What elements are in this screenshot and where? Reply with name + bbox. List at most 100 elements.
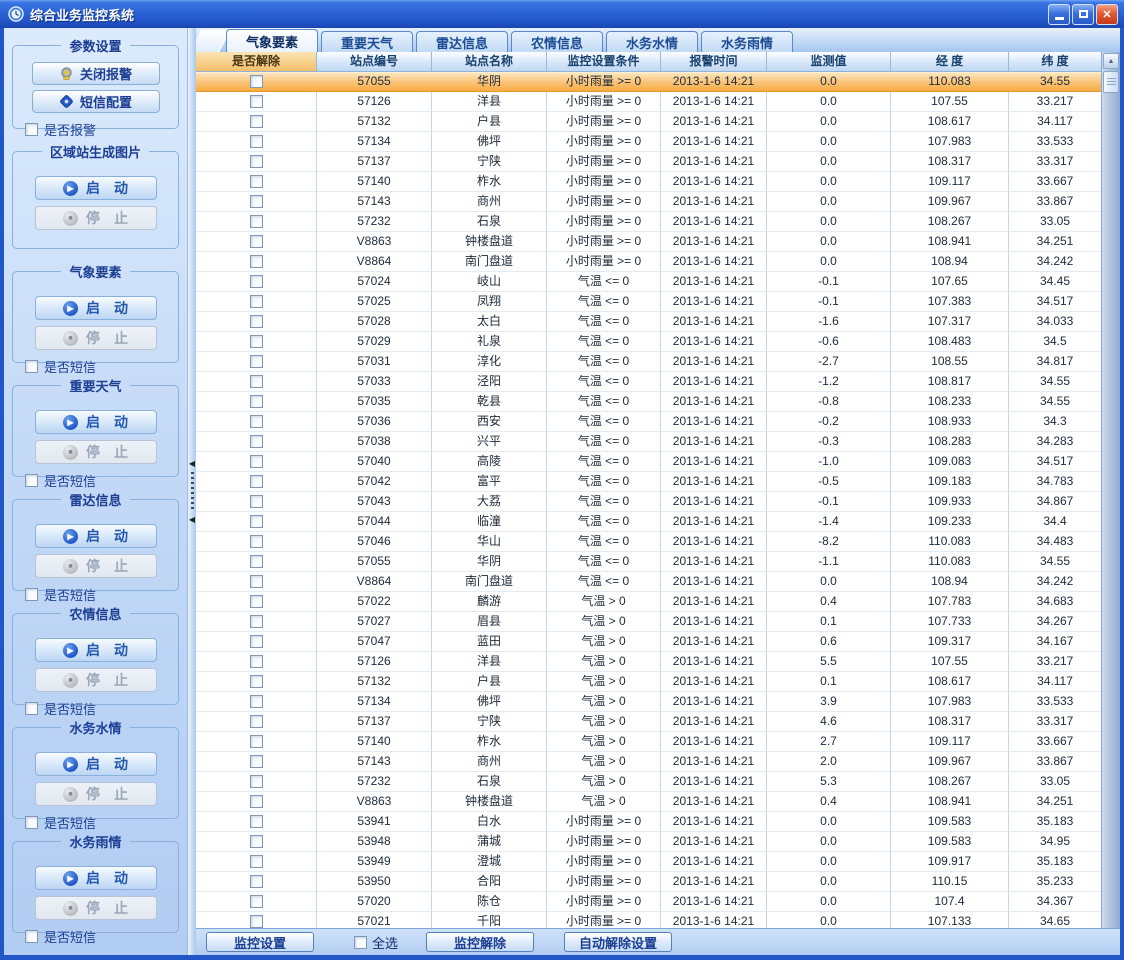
table-row[interactable]: 57040高陵气温 <= 02013-1-6 14:21-1.0109.0833… (196, 452, 1101, 472)
table-row[interactable]: 57143商州小时雨量 >= 02013-1-6 14:210.0109.967… (196, 192, 1101, 212)
sms-config-button[interactable]: 短信配置 (32, 90, 160, 113)
table-row[interactable]: 57029礼泉气温 <= 02013-1-6 14:21-0.6108.4833… (196, 332, 1101, 352)
table-row[interactable]: 57035乾县气温 <= 02013-1-6 14:21-0.8108.2333… (196, 392, 1101, 412)
vertical-scrollbar[interactable]: ▲ (1101, 52, 1120, 928)
row-dismiss-checkbox[interactable] (250, 315, 263, 328)
table-row[interactable]: 57143商州气温 > 02013-1-6 14:212.0109.96733.… (196, 752, 1101, 772)
table-row[interactable]: 57140柞水小时雨量 >= 02013-1-6 14:210.0109.117… (196, 172, 1101, 192)
splitter-handle[interactable] (191, 472, 194, 512)
row-dismiss-checkbox[interactable] (250, 915, 263, 928)
table-row[interactable]: 57126洋县气温 > 02013-1-6 14:215.5107.5533.2… (196, 652, 1101, 672)
row-dismiss-checkbox[interactable] (250, 575, 263, 588)
row-dismiss-checkbox[interactable] (250, 295, 263, 308)
tab-水务水情[interactable]: 水务水情 (606, 31, 698, 52)
row-dismiss-checkbox[interactable] (250, 755, 263, 768)
sidebar-splitter[interactable]: ◀ ◀ (188, 28, 196, 955)
maximize-button[interactable] (1072, 4, 1094, 25)
row-dismiss-checkbox[interactable] (250, 735, 263, 748)
table-row[interactable]: 57134佛坪气温 > 02013-1-6 14:213.9107.98333.… (196, 692, 1101, 712)
minimize-button[interactable] (1048, 4, 1070, 25)
table-row[interactable]: 57132户县小时雨量 >= 02013-1-6 14:210.0108.617… (196, 112, 1101, 132)
row-dismiss-checkbox[interactable] (250, 255, 263, 268)
table-row[interactable]: 57022麟游气温 > 02013-1-6 14:210.4107.78334.… (196, 592, 1101, 612)
collapse-left-icon[interactable]: ◀ (189, 516, 195, 524)
tab-水务雨情[interactable]: 水务雨情 (701, 31, 793, 52)
row-dismiss-checkbox[interactable] (250, 155, 263, 168)
scroll-up-button[interactable]: ▲ (1103, 53, 1119, 69)
sms-checkbox-雷达信息[interactable] (25, 588, 38, 601)
row-dismiss-checkbox[interactable] (250, 515, 263, 528)
row-dismiss-checkbox[interactable] (250, 115, 263, 128)
start-button-气象要素[interactable]: ▶启 动 (35, 296, 157, 320)
row-dismiss-checkbox[interactable] (250, 195, 263, 208)
row-dismiss-checkbox[interactable] (250, 555, 263, 568)
table-row[interactable]: 57044临潼气温 <= 02013-1-6 14:21-1.4109.2333… (196, 512, 1101, 532)
row-dismiss-checkbox[interactable] (250, 835, 263, 848)
table-row[interactable]: V8864南门盘道小时雨量 >= 02013-1-6 14:210.0108.9… (196, 252, 1101, 272)
table-row[interactable]: 57137宁陕气温 > 02013-1-6 14:214.6108.31733.… (196, 712, 1101, 732)
stop-button-农情信息[interactable]: ■停 止 (35, 668, 157, 692)
table-row[interactable]: V8863钟楼盘道小时雨量 >= 02013-1-6 14:210.0108.9… (196, 232, 1101, 252)
table-row[interactable]: 57055华阴气温 <= 02013-1-6 14:21-1.1110.0833… (196, 552, 1101, 572)
row-dismiss-checkbox[interactable] (250, 75, 263, 88)
collapse-left-icon[interactable]: ◀ (189, 460, 195, 468)
table-row[interactable]: 57036西安气温 <= 02013-1-6 14:21-0.2108.9333… (196, 412, 1101, 432)
row-dismiss-checkbox[interactable] (250, 215, 263, 228)
row-dismiss-checkbox[interactable] (250, 875, 263, 888)
sms-checkbox-重要天气[interactable] (25, 474, 38, 487)
stop-button-水务雨情[interactable]: ■停 止 (35, 896, 157, 920)
row-dismiss-checkbox[interactable] (250, 855, 263, 868)
start-button-区域站生成图片[interactable]: ▶启 动 (35, 176, 157, 200)
auto-release-set-button[interactable]: 自动解除设置 (564, 932, 672, 952)
start-button-雷达信息[interactable]: ▶启 动 (35, 524, 157, 548)
row-dismiss-checkbox[interactable] (250, 95, 263, 108)
table-row[interactable]: 53950合阳小时雨量 >= 02013-1-6 14:210.0110.153… (196, 872, 1101, 892)
row-dismiss-checkbox[interactable] (250, 895, 263, 908)
alarm-enabled-checkbox[interactable] (25, 123, 38, 136)
row-dismiss-checkbox[interactable] (250, 595, 263, 608)
row-dismiss-checkbox[interactable] (250, 675, 263, 688)
table-row[interactable]: V8863钟楼盘道气温 > 02013-1-6 14:210.4108.9413… (196, 792, 1101, 812)
table-row[interactable]: 57043大荔气温 <= 02013-1-6 14:21-0.1109.9333… (196, 492, 1101, 512)
row-dismiss-checkbox[interactable] (250, 135, 263, 148)
tab-重要天气[interactable]: 重要天气 (321, 31, 413, 52)
tab-雷达信息[interactable]: 雷达信息 (416, 31, 508, 52)
row-dismiss-checkbox[interactable] (250, 775, 263, 788)
table-row[interactable]: 53941白水小时雨量 >= 02013-1-6 14:210.0109.583… (196, 812, 1101, 832)
table-row[interactable]: 57134佛坪小时雨量 >= 02013-1-6 14:210.0107.983… (196, 132, 1101, 152)
table-row[interactable]: 57025凤翔气温 <= 02013-1-6 14:21-0.1107.3833… (196, 292, 1101, 312)
table-row[interactable]: 57031淳化气温 <= 02013-1-6 14:21-2.7108.5534… (196, 352, 1101, 372)
table-row[interactable]: 57046华山气温 <= 02013-1-6 14:21-8.2110.0833… (196, 532, 1101, 552)
table-row[interactable]: 57232石泉气温 > 02013-1-6 14:215.3108.26733.… (196, 772, 1101, 792)
table-row[interactable]: 57137宁陕小时雨量 >= 02013-1-6 14:210.0108.317… (196, 152, 1101, 172)
table-row[interactable]: 57047蓝田气温 > 02013-1-6 14:210.6109.31734.… (196, 632, 1101, 652)
table-row[interactable]: 57024岐山气温 <= 02013-1-6 14:21-0.1107.6534… (196, 272, 1101, 292)
table-row[interactable]: 53949澄城小时雨量 >= 02013-1-6 14:210.0109.917… (196, 852, 1101, 872)
row-dismiss-checkbox[interactable] (250, 535, 263, 548)
sms-checkbox-水务雨情[interactable] (25, 930, 38, 943)
row-dismiss-checkbox[interactable] (250, 175, 263, 188)
stop-button-雷达信息[interactable]: ■停 止 (35, 554, 157, 578)
row-dismiss-checkbox[interactable] (250, 435, 263, 448)
tab-农情信息[interactable]: 农情信息 (511, 31, 603, 52)
column-header-站点名称[interactable]: 站点名称 (432, 52, 547, 72)
table-row[interactable]: 57027眉县气温 > 02013-1-6 14:210.1107.73334.… (196, 612, 1101, 632)
start-button-农情信息[interactable]: ▶启 动 (35, 638, 157, 662)
table-row[interactable]: 57140柞水气温 > 02013-1-6 14:212.7109.11733.… (196, 732, 1101, 752)
start-button-水务水情[interactable]: ▶启 动 (35, 752, 157, 776)
row-dismiss-checkbox[interactable] (250, 355, 263, 368)
table-row[interactable]: 57021千阳小时雨量 >= 02013-1-6 14:210.0107.133… (196, 912, 1101, 928)
column-header-监测值[interactable]: 监测值 (767, 52, 891, 72)
table-row[interactable]: 57126洋县小时雨量 >= 02013-1-6 14:210.0107.553… (196, 92, 1101, 112)
column-header-纬 度[interactable]: 纬 度 (1009, 52, 1101, 72)
table-row[interactable]: 57042富平气温 <= 02013-1-6 14:21-0.5109.1833… (196, 472, 1101, 492)
select-all-checkbox[interactable] (354, 936, 367, 949)
close-button[interactable]: ✕ (1096, 4, 1118, 25)
close-alarm-button[interactable]: 关闭报警 (32, 62, 160, 85)
table-row[interactable]: 57038兴平气温 <= 02013-1-6 14:21-0.3108.2833… (196, 432, 1101, 452)
stop-button-区域站生成图片[interactable]: ■停 止 (35, 206, 157, 230)
start-button-重要天气[interactable]: ▶启 动 (35, 410, 157, 434)
table-row[interactable]: 57028太白气温 <= 02013-1-6 14:21-1.6107.3173… (196, 312, 1101, 332)
table-row[interactable]: 57020陈仓小时雨量 >= 02013-1-6 14:210.0107.434… (196, 892, 1101, 912)
row-dismiss-checkbox[interactable] (250, 795, 263, 808)
